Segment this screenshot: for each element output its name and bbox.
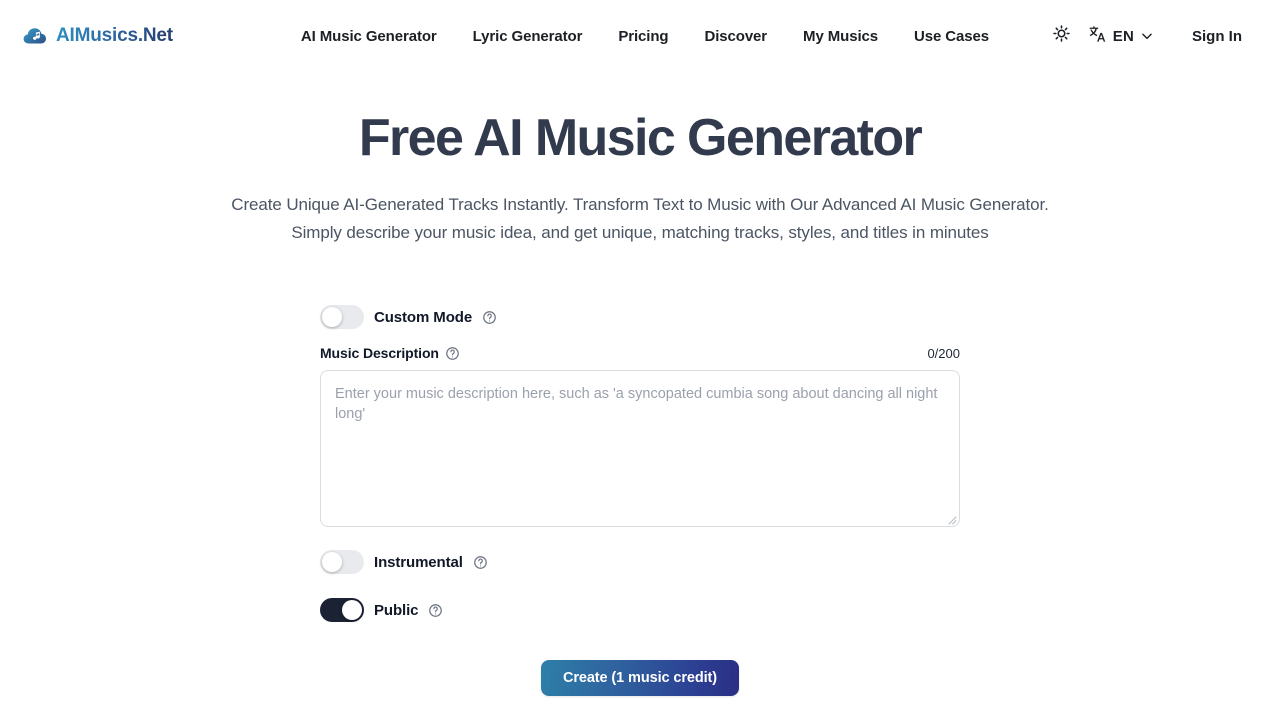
create-button[interactable]: Create (1 music credit) xyxy=(540,660,740,697)
public-row: Public xyxy=(320,598,960,623)
nav-item-my-musics[interactable]: My Musics xyxy=(785,22,896,51)
custom-mode-row: Custom Mode xyxy=(320,305,960,330)
brand-name: AIMusics.Net xyxy=(56,25,173,46)
nav-item-lyric-generator[interactable]: Lyric Generator xyxy=(455,22,601,51)
translate-icon xyxy=(1087,24,1107,49)
public-label: Public xyxy=(374,601,419,619)
music-description-label-group: Music Description xyxy=(320,345,460,361)
cloud-music-note-icon xyxy=(22,23,48,49)
theme-toggle-button[interactable] xyxy=(1045,19,1079,53)
language-code: EN xyxy=(1112,27,1134,45)
custom-mode-label: Custom Mode xyxy=(374,308,473,326)
music-description-header: Music Description 0/200 xyxy=(320,345,960,361)
site-header: AIMusics.Net AI Music Generator Lyric Ge… xyxy=(0,0,1280,72)
custom-mode-toggle[interactable] xyxy=(320,305,364,330)
nav-item-ai-music-generator[interactable]: AI Music Generator xyxy=(283,22,455,51)
nav-item-use-cases[interactable]: Use Cases xyxy=(896,22,1007,51)
music-generator-form: Custom Mode Music Description 0/200 Ente… xyxy=(320,305,960,697)
music-description-input[interactable] xyxy=(320,370,960,528)
toggle-knob xyxy=(322,552,342,573)
create-button-row: Create (1 music credit) xyxy=(320,660,960,697)
toggle-knob xyxy=(342,600,362,621)
instrumental-toggle[interactable] xyxy=(320,550,364,575)
nav-item-pricing[interactable]: Pricing xyxy=(600,22,686,51)
instrumental-row: Instrumental xyxy=(320,550,960,575)
nav-item-discover[interactable]: Discover xyxy=(686,22,785,51)
music-description-wrapper xyxy=(320,370,960,528)
sign-in-button[interactable]: Sign In xyxy=(1178,22,1256,51)
instrumental-label: Instrumental xyxy=(374,553,463,571)
header-actions: EN Sign In xyxy=(1045,18,1256,55)
language-selector[interactable]: EN xyxy=(1083,18,1160,55)
hero-section: Free AI Music Generator Create Unique AI… xyxy=(0,72,1280,247)
page-subtitle: Create Unique AI-Generated Tracks Instan… xyxy=(231,195,1049,243)
public-help-icon[interactable] xyxy=(428,603,443,618)
music-description-help-icon[interactable] xyxy=(445,346,460,361)
public-toggle[interactable] xyxy=(320,598,364,623)
instrumental-help-icon[interactable] xyxy=(473,555,488,570)
music-description-label: Music Description xyxy=(320,345,439,362)
character-counter: 0/200 xyxy=(927,345,960,361)
toggle-knob xyxy=(322,307,342,328)
brand-logo[interactable]: AIMusics.Net xyxy=(22,23,173,49)
sun-icon xyxy=(1052,24,1071,48)
custom-mode-help-icon[interactable] xyxy=(482,310,497,325)
main-navigation: AI Music Generator Lyric Generator Prici… xyxy=(283,22,1007,51)
page-title: Free AI Music Generator xyxy=(358,109,923,167)
chevron-down-icon xyxy=(1140,29,1154,43)
